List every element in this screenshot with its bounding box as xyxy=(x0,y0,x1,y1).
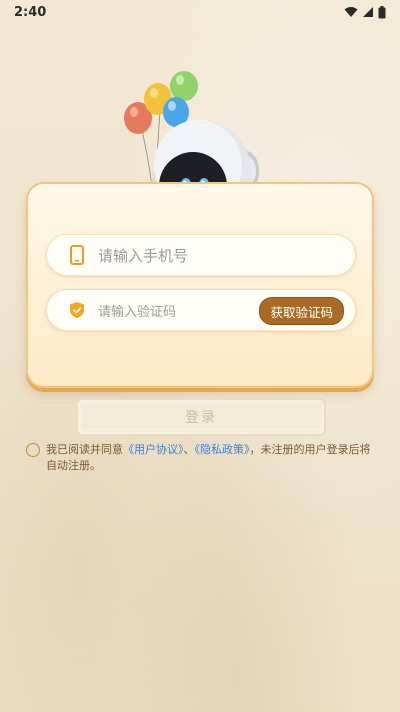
get-code-button[interactable]: 获取验证码 xyxy=(259,297,344,325)
status-time: 2:40 xyxy=(14,4,47,20)
status-icons xyxy=(344,5,386,19)
shield-icon xyxy=(68,300,86,320)
privacy-policy-link[interactable]: 《隐私政策》 xyxy=(195,443,250,456)
cell-signal-icon xyxy=(363,7,373,17)
agreement-checkbox[interactable] xyxy=(26,443,40,457)
phone-placeholder: 请输入手机号 xyxy=(98,246,189,265)
phone-icon xyxy=(68,245,86,265)
battery-icon xyxy=(378,5,386,18)
code-placeholder: 请输入验证码 xyxy=(98,304,177,320)
login-button[interactable]: 登录 xyxy=(76,398,326,436)
wifi-icon xyxy=(344,7,358,17)
user-agreement-link[interactable]: 《用户协议》 xyxy=(123,443,184,456)
agreement-prefix: 我已阅读并同意 xyxy=(46,443,123,456)
verification-code-input[interactable]: 请输入验证码 获取验证码 xyxy=(46,289,356,331)
phone-input[interactable]: 请输入手机号 xyxy=(46,234,356,276)
status-bar: 2:40 xyxy=(0,0,400,24)
agreement-text: 我已阅读并同意《用户协议》、《隐私政策》，未注册的用户登录后将自动注册。 xyxy=(46,442,376,474)
agreement-separator: 、 xyxy=(183,443,195,456)
login-card: 请输入手机号 请输入验证码 获取验证码 xyxy=(26,182,374,388)
